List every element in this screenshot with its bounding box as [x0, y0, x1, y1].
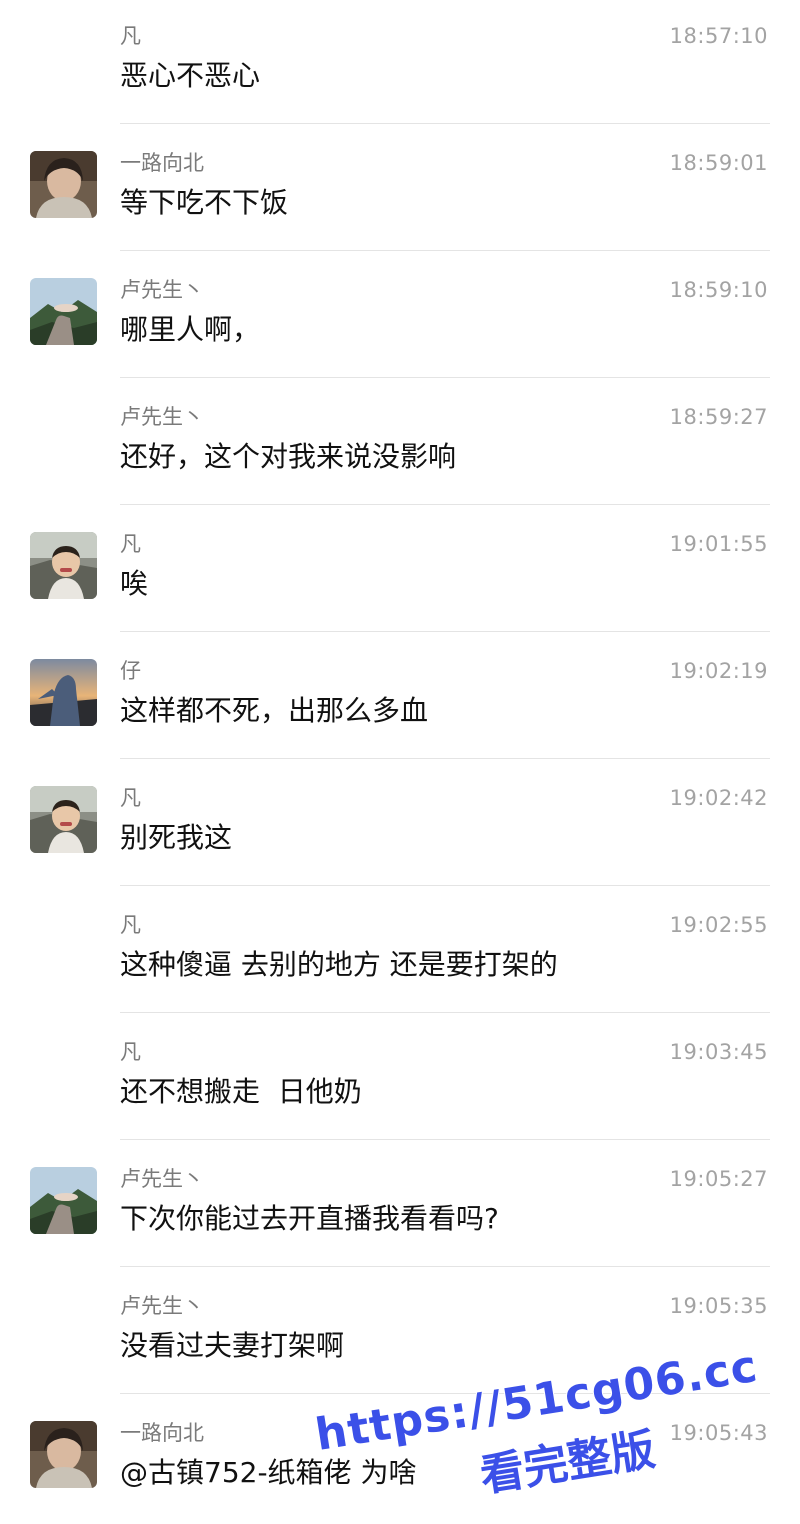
sender-name: 凡: [120, 532, 141, 556]
message-time: 19:03:45: [669, 1040, 768, 1064]
avatar-girl-image: [30, 1421, 97, 1488]
chat-message[interactable]: 一路向北 18:59:01 等下吃不下饭: [0, 127, 800, 254]
divider: [120, 1139, 770, 1140]
chat-message[interactable]: 凡 19:02:42 别死我这: [0, 762, 800, 889]
sender-name: 卢先生丶: [120, 1167, 204, 1191]
divider: [120, 631, 770, 632]
message-time: 19:05:43: [669, 1421, 768, 1445]
avatar-hand-mountain[interactable]: [30, 1167, 97, 1234]
message-text: @古镇752-纸箱佬 为啥: [120, 1456, 417, 1489]
message-text: 恶心不恶心: [120, 59, 261, 92]
message-text: 哪里人啊，: [120, 313, 261, 346]
chat-message[interactable]: 凡 19:01:55 唉: [0, 508, 800, 635]
avatar-hand-mountain[interactable]: [30, 278, 97, 345]
divider: [120, 504, 770, 505]
message-time: 18:57:10: [669, 24, 768, 48]
sender-name: 一路向北: [120, 1421, 204, 1445]
chat-message[interactable]: 凡 18:57:10 恶心不恶心: [0, 0, 800, 127]
divider: [120, 123, 770, 124]
message-text: 没看过夫妻打架啊: [120, 1329, 345, 1362]
chat-message[interactable]: 卢先生丶 18:59:10 哪里人啊，: [0, 254, 800, 381]
sender-name: 一路向北: [120, 151, 204, 175]
divider: [120, 758, 770, 759]
message-time: 18:59:10: [669, 278, 768, 302]
avatar-sunset-figure[interactable]: [30, 659, 97, 726]
divider: [120, 1266, 770, 1267]
chat-message[interactable]: 卢先生丶 19:05:35 没看过夫妻打架啊: [0, 1270, 800, 1397]
divider: [120, 377, 770, 378]
message-text: 还好，这个对我来说没影响: [120, 440, 457, 473]
message-text: 别死我这: [120, 821, 233, 854]
message-time: 18:59:01: [669, 151, 768, 175]
chat-message[interactable]: 卢先生丶 18:59:27 还好，这个对我来说没影响: [0, 381, 800, 508]
avatar-girl-image: [30, 151, 97, 218]
sender-name: 仔: [120, 659, 141, 683]
message-time: 19:02:19: [669, 659, 768, 683]
chat-message[interactable]: 凡 19:02:55 这种傻逼 去别的地方 还是要打架的: [0, 889, 800, 1016]
chat-message[interactable]: 仔 19:02:19 这样都不死，出那么多血: [0, 635, 800, 762]
avatar-child-image: [30, 532, 97, 599]
divider: [120, 1393, 770, 1394]
chat-message[interactable]: 卢先生丶 19:05:27 下次你能过去开直播我看看吗?: [0, 1143, 800, 1270]
message-text: 这样都不死，出那么多血: [120, 694, 429, 727]
message-text: 下次你能过去开直播我看看吗?: [120, 1202, 499, 1235]
avatar-girl[interactable]: [30, 1421, 97, 1488]
message-text: 等下吃不下饭: [120, 186, 289, 219]
message-time: 18:59:27: [669, 405, 768, 429]
avatar-sunset-figure-image: [30, 659, 97, 726]
message-text: 这种傻逼 去别的地方 还是要打架的: [120, 948, 558, 981]
avatar-child-image: [30, 786, 97, 853]
sender-name: 凡: [120, 913, 141, 937]
message-time: 19:02:42: [669, 786, 768, 810]
avatar-child[interactable]: [30, 786, 97, 853]
divider: [120, 885, 770, 886]
message-time: 19:05:35: [669, 1294, 768, 1318]
sender-name: 凡: [120, 24, 141, 48]
chat-message[interactable]: 一路向北 19:05:43 @古镇752-纸箱佬 为啥: [0, 1397, 800, 1524]
sender-name: 凡: [120, 786, 141, 810]
divider: [120, 250, 770, 251]
sender-name: 凡: [120, 1040, 141, 1064]
sender-name: 卢先生丶: [120, 405, 204, 429]
avatar-girl[interactable]: [30, 151, 97, 218]
message-time: 19:05:27: [669, 1167, 768, 1191]
sender-name: 卢先生丶: [120, 1294, 204, 1318]
message-time: 19:01:55: [669, 532, 768, 556]
chat-message-list: 凡 18:57:10 恶心不恶心 一路向北 18:59:01 等下吃不下饭 卢先…: [0, 0, 800, 1522]
sender-name: 卢先生丶: [120, 278, 204, 302]
message-text: 唉: [120, 567, 149, 600]
avatar-hand-mountain-image: [30, 278, 97, 345]
message-text: 还不想搬走 日他奶: [120, 1075, 362, 1108]
chat-message[interactable]: 凡 19:03:45 还不想搬走 日他奶: [0, 1016, 800, 1143]
message-time: 19:02:55: [669, 913, 768, 937]
avatar-child[interactable]: [30, 532, 97, 599]
divider: [120, 1012, 770, 1013]
avatar-hand-mountain-image: [30, 1167, 97, 1234]
